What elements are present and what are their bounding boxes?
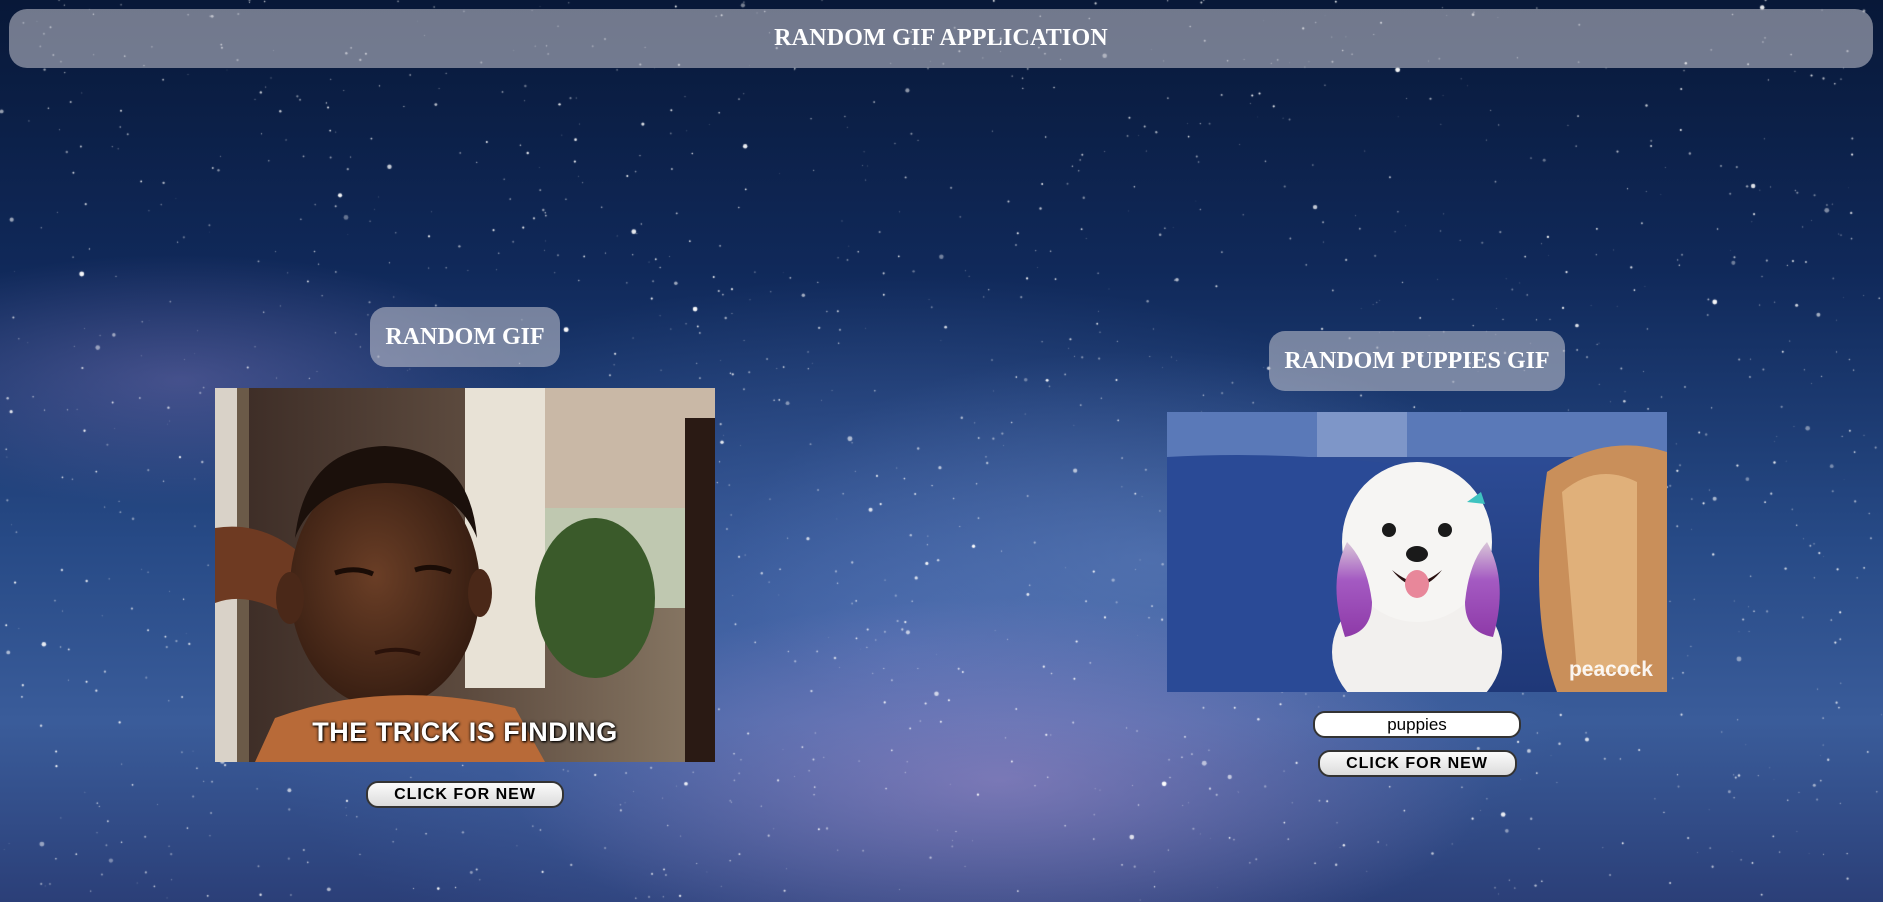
puppy-gif-illustration [1167,412,1667,692]
puppies-gif-image: peacock [1167,412,1667,692]
boy-gif-illustration [215,388,715,762]
app-title: RANDOM GIF APPLICATION [774,25,1108,51]
gif-search-input[interactable] [1313,711,1521,738]
random-puppies-gif-heading: RANDOM PUPPIES GIF [1269,331,1565,391]
app-header: RANDOM GIF APPLICATION [9,9,1873,68]
peacock-watermark: peacock [1568,658,1653,681]
random-gif-heading: RANDOM GIF [370,307,560,367]
random-gif-new-button[interactable]: CLICK FOR NEW [366,781,564,808]
puppies-gif-new-button[interactable]: CLICK FOR NEW [1317,750,1517,777]
random-puppies-gif-card: RANDOM PUPPIES GIF peacock puppies CLICK… [1167,331,1667,777]
gif-caption: THE TRICK IS FINDING [312,717,618,747]
random-gif-card: RANDOM GIF THE TRICK IS FINDING CLICK FO… [215,307,715,808]
random-gif-image: THE TRICK IS FINDING [215,388,715,762]
